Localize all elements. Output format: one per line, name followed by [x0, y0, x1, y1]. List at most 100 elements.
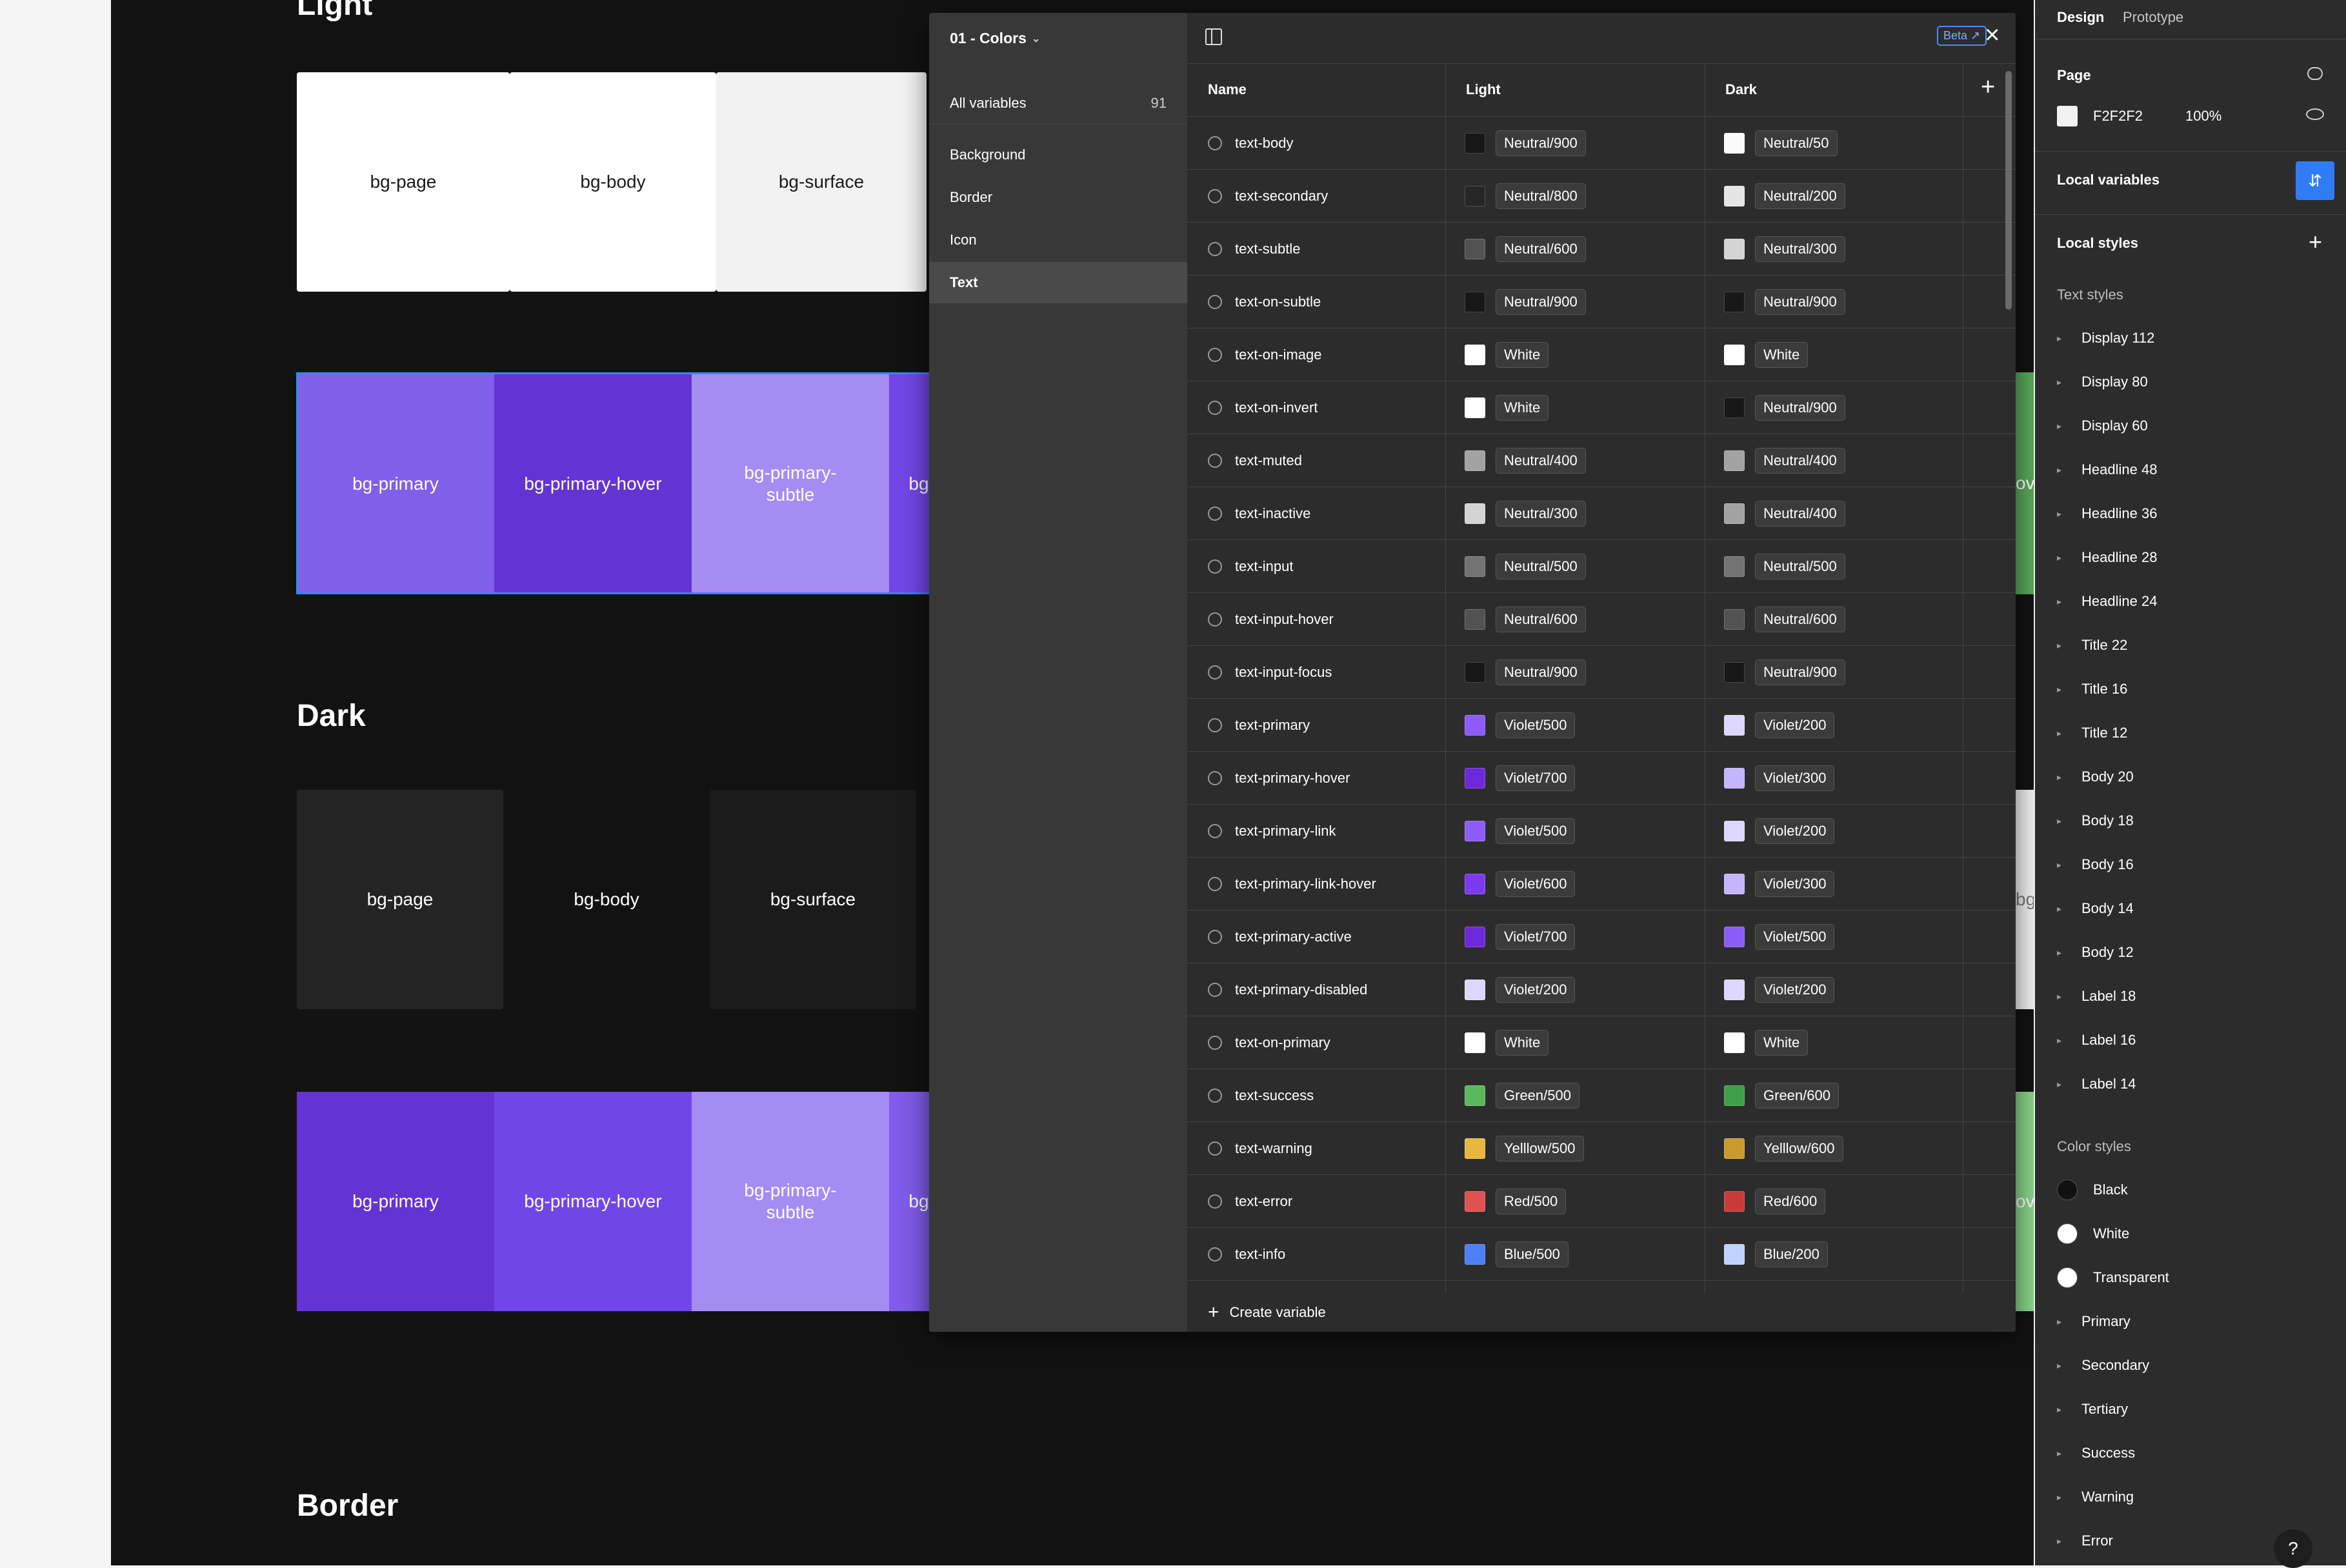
dark-alias-pill[interactable]: Neutral/500 — [1755, 554, 1845, 579]
variable-name[interactable]: text-primary-link — [1235, 823, 1336, 839]
color-swatch[interactable]: bg-page — [297, 72, 510, 292]
dark-alias-pill[interactable]: Violet/200 — [1755, 977, 1835, 1003]
light-alias-pill[interactable]: Red/500 — [1496, 1189, 1567, 1214]
dark-alias-pill[interactable]: Violet/300 — [1755, 765, 1835, 791]
local-variables-button[interactable]: ⇵ — [2296, 161, 2334, 200]
color-style-group[interactable]: ▸ Error — [2057, 1528, 2113, 1554]
help-button[interactable]: ? — [2274, 1529, 2312, 1568]
eye-icon[interactable] — [2306, 108, 2324, 120]
text-style-item[interactable]: ▸ Headline 28 — [2057, 545, 2157, 570]
column-dark-header[interactable]: Dark — [1705, 63, 1757, 116]
light-value-cell[interactable]: Yelllow/500 — [1465, 1122, 1584, 1175]
color-swatch[interactable]: bg-primary-hover — [494, 1092, 692, 1311]
variable-row[interactable]: text-primary-hover Violet/700 Violet/300 — [1187, 751, 2016, 804]
text-style-item[interactable]: ▸ Body 14 — [2057, 896, 2134, 921]
variable-name-cell[interactable]: text-input-hover — [1208, 593, 1334, 646]
text-style-item[interactable]: ▸ Label 18 — [2057, 983, 2136, 1009]
variable-name[interactable]: text-on-subtle — [1235, 294, 1321, 310]
caret-right-icon[interactable]: ▸ — [2057, 1448, 2066, 1459]
text-style-item[interactable]: ▸ Body 20 — [2057, 764, 2134, 790]
variable-name[interactable]: text-primary — [1235, 717, 1310, 734]
column-light-header[interactable]: Light — [1445, 63, 1501, 116]
variable-name-cell[interactable]: text-body — [1208, 117, 1294, 170]
dark-alias-pill[interactable]: Neutral/900 — [1755, 395, 1845, 421]
variable-name-cell[interactable]: text-info — [1208, 1228, 1285, 1281]
variable-name-cell[interactable]: text-muted — [1208, 434, 1302, 487]
variable-row[interactable]: text-input Neutral/500 Neutral/500 — [1187, 539, 2016, 592]
dark-alias-pill[interactable]: Neutral/300 — [1755, 236, 1845, 262]
page-opacity-value[interactable]: 100% — [2185, 108, 2221, 125]
variable-name-cell[interactable]: text-warning — [1208, 1122, 1312, 1175]
dark-value-cell[interactable]: Violet/300 — [1724, 752, 1835, 805]
variable-name[interactable]: text-on-image — [1235, 347, 1322, 363]
variable-name[interactable]: text-input-hover — [1235, 611, 1334, 628]
light-alias-pill[interactable]: Violet/500 — [1496, 712, 1576, 738]
variable-name-cell[interactable]: text-primary-link — [1208, 805, 1336, 858]
variables-modal[interactable]: 01 - Colors ⌄ All variables 91 Backgroun… — [929, 13, 2016, 1332]
light-value-cell[interactable]: Violet/500 — [1465, 805, 1576, 858]
caret-right-icon[interactable]: ▸ — [2057, 728, 2066, 739]
dark-alias-pill[interactable]: Violet/500 — [1755, 924, 1835, 950]
variable-row[interactable]: text-secondary Neutral/800 Neutral/200 — [1187, 169, 2016, 222]
all-variables-row[interactable]: All variables 91 — [929, 83, 1187, 124]
variable-row[interactable]: text-input-focus Neutral/900 Neutral/900 — [1187, 645, 2016, 698]
add-style-icon[interactable]: + — [2309, 228, 2322, 256]
text-style-item[interactable]: ▸ Headline 24 — [2057, 588, 2157, 614]
dark-value-cell[interactable]: Neutral/900 — [1724, 276, 1845, 328]
text-style-item[interactable]: ▸ Body 12 — [2057, 940, 2134, 965]
dark-value-cell[interactable]: Neutral/300 — [1724, 223, 1845, 276]
caret-right-icon[interactable]: ▸ — [2057, 1536, 2066, 1547]
variable-row[interactable]: text-on-subtle Neutral/900 Neutral/900 — [1187, 275, 2016, 328]
dark-alias-pill[interactable]: Neutral/600 — [1755, 607, 1845, 632]
text-style-item[interactable]: ▸ Display 60 — [2057, 413, 2148, 439]
variable-name[interactable]: text-primary-hover — [1235, 770, 1350, 787]
variable-name[interactable]: text-primary-disabled — [1235, 981, 1367, 998]
caret-right-icon[interactable]: ▸ — [2057, 640, 2066, 651]
light-value-cell[interactable]: Neutral/900 — [1465, 117, 1586, 170]
variable-name-cell[interactable]: text-primary-hover — [1208, 752, 1350, 805]
light-alias-pill[interactable]: Violet/700 — [1496, 924, 1576, 950]
dark-value-cell[interactable]: Neutral/50 — [1724, 117, 1838, 170]
color-swatch[interactable]: bg-body — [510, 72, 716, 292]
variable-name[interactable]: text-muted — [1235, 452, 1302, 469]
group-item-background[interactable]: Background — [929, 134, 1187, 176]
variable-row[interactable]: text-success Green/500 Green/600 — [1187, 1069, 2016, 1121]
text-style-item[interactable]: ▸ Body 16 — [2057, 852, 2134, 878]
text-style-item[interactable]: ▸ Title 12 — [2057, 720, 2127, 746]
color-swatch[interactable]: bg-surface — [716, 72, 927, 292]
light-alias-pill[interactable]: Violet/700 — [1496, 765, 1576, 791]
variable-row[interactable]: text-muted Neutral/400 Neutral/400 — [1187, 434, 2016, 487]
variable-name[interactable]: text-error — [1235, 1193, 1292, 1210]
dark-value-cell[interactable]: Violet/200 — [1724, 963, 1835, 1016]
caret-right-icon[interactable]: ▸ — [2057, 1316, 2066, 1327]
tab-prototype[interactable]: Prototype — [2123, 9, 2183, 26]
light-value-cell[interactable]: Neutral/600 — [1465, 593, 1586, 646]
text-style-item[interactable]: ▸ Label 14 — [2057, 1071, 2136, 1097]
dark-alias-pill[interactable]: Neutral/400 — [1755, 448, 1845, 474]
text-style-item[interactable]: ▸ Title 22 — [2057, 632, 2127, 658]
text-style-item[interactable]: ▸ Title 16 — [2057, 676, 2127, 702]
light-value-cell[interactable]: Green/500 — [1465, 1069, 1579, 1122]
caret-right-icon[interactable]: ▸ — [2057, 772, 2066, 783]
variable-name[interactable]: text-on-primary — [1235, 1034, 1330, 1051]
variable-row[interactable]: text-body Neutral/900 Neutral/50 — [1187, 116, 2016, 169]
variable-row[interactable]: text-on-primary White White — [1187, 1016, 2016, 1069]
variable-name-cell[interactable]: text-on-image — [1208, 328, 1322, 381]
group-item-text[interactable]: Text — [929, 262, 1187, 303]
light-alias-pill[interactable]: Neutral/600 — [1496, 607, 1586, 632]
group-item-icon[interactable]: Icon — [929, 219, 1187, 261]
color-style-group[interactable]: ▸ Secondary — [2057, 1352, 2149, 1378]
variable-row[interactable]: text-primary-active Violet/700 Violet/500 — [1187, 910, 2016, 963]
variable-name-cell[interactable]: text-input-focus — [1208, 646, 1332, 699]
dark-value-cell[interactable]: Yelllow/600 — [1724, 1122, 1843, 1175]
variable-name-cell[interactable]: text-success — [1208, 1069, 1314, 1122]
sidebar-toggle-icon[interactable] — [1205, 28, 1222, 45]
caret-right-icon[interactable]: ▸ — [2057, 333, 2066, 344]
variable-name-cell[interactable]: text-primary — [1208, 699, 1310, 752]
light-value-cell[interactable]: Neutral/900 — [1465, 646, 1586, 699]
dark-value-cell[interactable]: Red/600 — [1724, 1175, 1826, 1228]
dark-alias-pill[interactable]: Neutral/400 — [1755, 501, 1845, 527]
light-alias-pill[interactable]: Blue/500 — [1496, 1241, 1569, 1267]
variable-name[interactable]: text-primary-link-hover — [1235, 876, 1376, 892]
table-scrollbar[interactable] — [2005, 71, 2012, 310]
